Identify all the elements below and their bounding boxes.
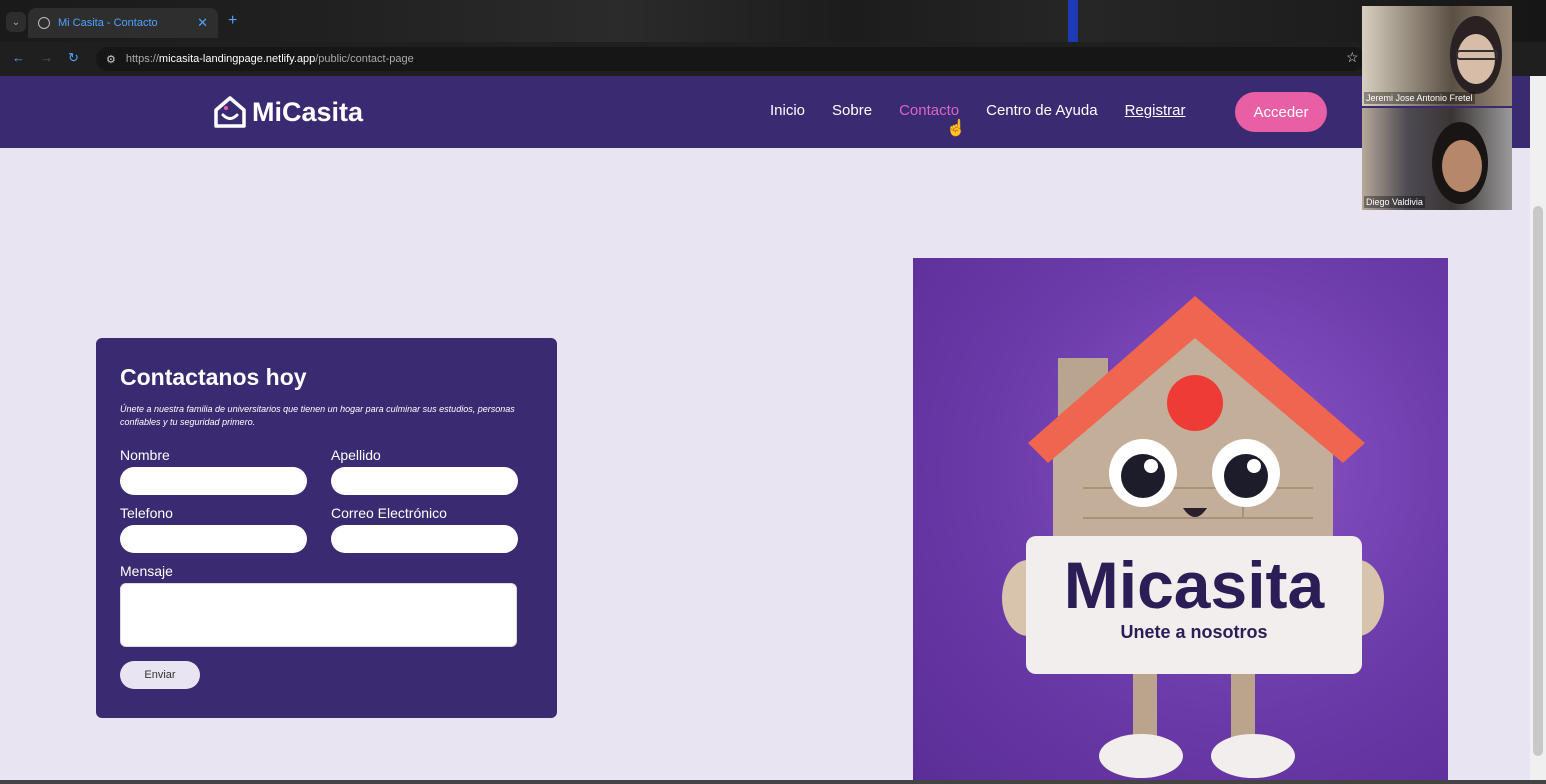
web-page: MiCasita Inicio Sobre Contacto Centro de… [0, 76, 1530, 780]
close-icon[interactable]: ✕ [197, 15, 208, 31]
star-icon[interactable]: ☆ [1346, 49, 1359, 66]
bottom-border [0, 780, 1546, 784]
page-scrollbar[interactable] [1530, 76, 1546, 780]
video-tile-participant-1[interactable]: Jeremi Jose Antonio Fretel [1362, 6, 1512, 106]
browser-tabbar: ⌄ Mi Casita - Contacto ✕ + [0, 0, 1546, 42]
apellido-label: Apellido [331, 447, 381, 463]
hero-sign-title: Micasita [1063, 548, 1325, 622]
hero-illustration: Micasita Unete a nosotros [913, 258, 1448, 780]
mensaje-label: Mensaje [120, 563, 173, 579]
plus-icon[interactable]: + [228, 12, 237, 30]
nombre-input[interactable] [120, 467, 307, 495]
house-logo-icon [214, 96, 246, 128]
contact-form-card: Contactanos hoy Únete a nuestra familia … [96, 338, 557, 718]
nav-link-registrar[interactable]: Registrar [1125, 102, 1186, 119]
nav-link-inicio[interactable]: Inicio [770, 102, 805, 119]
nav-links: Inicio Sobre Contacto Centro de Ayuda Re… [770, 102, 1212, 119]
form-title: Contactanos hoy [120, 364, 307, 390]
pointer-cursor-icon: ☝ [946, 120, 966, 137]
apellido-input[interactable] [331, 467, 518, 495]
acceder-button[interactable]: Acceder [1235, 92, 1327, 132]
tab-menu-icon[interactable]: ⌄ [6, 12, 26, 32]
tune-icon[interactable]: ⚙ [106, 53, 116, 66]
form-description: Únete a nuestra familia de universitario… [120, 404, 515, 427]
participant-name: Diego Valdivia [1364, 196, 1425, 208]
video-tile-participant-2[interactable]: Diego Valdivia [1362, 108, 1512, 210]
url-host: micasita-landingpage.netlify.app [158, 53, 316, 65]
url-input[interactable]: ⚙ https:// micasita-landingpage.netlify.… [96, 47, 1366, 71]
hero-sign: Micasita Unete a nosotros [1026, 536, 1362, 674]
enviar-button[interactable]: Enviar [120, 661, 200, 689]
telefono-input[interactable] [120, 525, 307, 553]
reload-icon[interactable]: ↻ [68, 50, 79, 66]
url-path: /public/contact-page [315, 53, 414, 65]
nav-link-sobre[interactable]: Sobre [832, 102, 872, 119]
mascot-house-illustration [1002, 296, 1384, 778]
address-bar: ← → ↻ ⚙ https:// micasita-landingpage.ne… [0, 42, 1546, 76]
nav-link-centro-de-ayuda[interactable]: Centro de Ayuda [986, 102, 1097, 119]
back-icon[interactable]: ← [12, 50, 25, 65]
nav-link-contacto[interactable]: Contacto [899, 102, 959, 119]
correo-label: Correo Electrónico [331, 505, 447, 521]
correo-input[interactable] [331, 525, 518, 553]
tab-title: Mi Casita - Contacto [58, 17, 158, 29]
scrollbar-thumb[interactable] [1533, 206, 1543, 756]
browser-tab[interactable]: Mi Casita - Contacto ✕ [28, 8, 218, 38]
participant-name: Jeremi Jose Antonio Fretel [1364, 92, 1475, 104]
globe-icon [38, 17, 50, 29]
background-stripe [1068, 0, 1078, 42]
forward-icon[interactable]: → [40, 50, 53, 65]
nombre-label: Nombre [120, 447, 170, 463]
logo-text: MiCasita [252, 96, 364, 127]
hero-sign-subtitle: Unete a nosotros [1120, 622, 1268, 642]
site-logo[interactable]: MiCasita [212, 94, 363, 130]
site-navbar: MiCasita Inicio Sobre Contacto Centro de… [0, 76, 1530, 148]
mensaje-textarea[interactable] [120, 583, 517, 647]
telefono-label: Telefono [120, 505, 173, 521]
url-prefix: https:// [125, 53, 159, 65]
